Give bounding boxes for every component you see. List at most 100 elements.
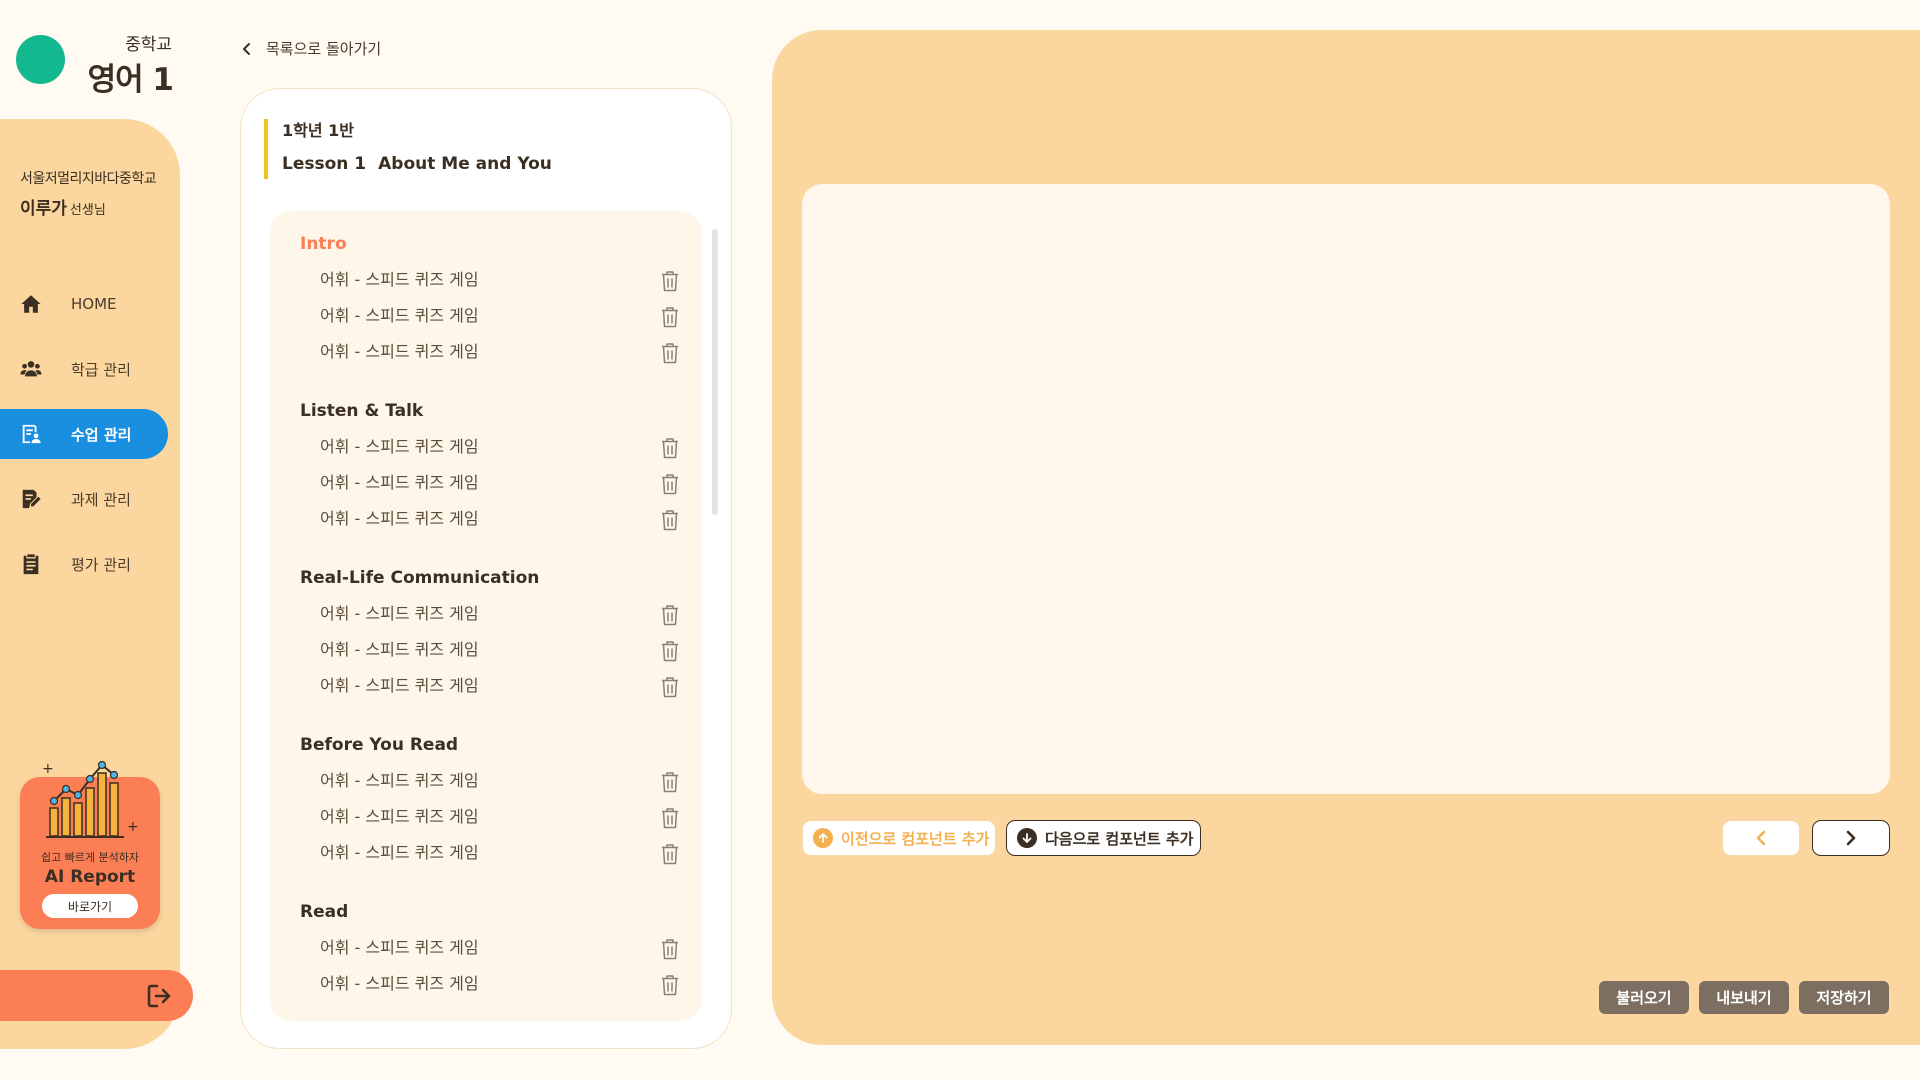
lesson-header: 1학년 1반 Lesson 1 About Me and You	[264, 119, 552, 179]
list-item-label: 어휘 - 스피드 퀴즈 게임	[320, 342, 479, 361]
trash-icon[interactable]	[660, 676, 680, 698]
sidebar-item-lesson-management[interactable]: 수업 관리	[0, 409, 168, 459]
list-item-label: 어휘 - 스피드 퀴즈 게임	[320, 270, 479, 289]
section-intro: Intro 어휘 - 스피드 퀴즈 게임 어휘 - 스피드 퀴즈 게임 어휘 -…	[300, 226, 678, 370]
sidebar-item-label: 과제 관리	[71, 490, 131, 509]
list-item-label: 어휘 - 스피드 퀴즈 게임	[320, 306, 479, 325]
trash-icon[interactable]	[660, 509, 680, 531]
add-after-label: 다음으로 컴포넌트 추가	[1045, 829, 1194, 848]
back-to-list-link[interactable]: 목록으로 돌아가기	[240, 38, 381, 59]
trash-icon[interactable]	[660, 342, 680, 364]
lesson-number: Lesson 1	[282, 154, 367, 174]
users-icon	[20, 358, 42, 380]
chevron-left-icon	[1756, 830, 1766, 846]
trash-icon[interactable]	[660, 640, 680, 662]
list-scrollbar[interactable]	[712, 229, 718, 1019]
section-listen-talk: Listen & Talk 어휘 - 스피드 퀴즈 게임 어휘 - 스피드 퀴즈…	[300, 393, 678, 537]
add-component-after-button[interactable]: 다음으로 컴포넌트 추가	[1006, 820, 1201, 856]
clipboard-icon	[20, 553, 42, 575]
teacher-name: 이루가 선생님	[20, 194, 106, 219]
list-item[interactable]: 어휘 - 스피드 퀴즈 게임	[300, 835, 678, 871]
trash-icon[interactable]	[660, 938, 680, 960]
section-title: Read	[300, 902, 349, 922]
trash-icon[interactable]	[660, 807, 680, 829]
class-name: 1학년 1반	[282, 121, 354, 140]
section-title: Before You Read	[300, 735, 459, 755]
trash-icon[interactable]	[660, 974, 680, 996]
list-item-label: 어휘 - 스피드 퀴즈 게임	[320, 676, 479, 695]
home-icon	[20, 293, 42, 315]
save-button[interactable]: 저장하기	[1799, 981, 1889, 1014]
trash-icon[interactable]	[660, 604, 680, 626]
subject-title: 영어 1	[87, 62, 174, 98]
previous-page-button[interactable]	[1722, 820, 1800, 856]
list-item[interactable]: 어휘 - 스피드 퀴즈 게임	[300, 501, 678, 537]
logout-button[interactable]	[0, 970, 193, 1021]
list-item-label: 어휘 - 스피드 퀴즈 게임	[320, 843, 479, 862]
add-component-before-button[interactable]: 이전으로 컴포넌트 추가	[802, 820, 996, 856]
list-item-label: 어휘 - 스피드 퀴즈 게임	[320, 807, 479, 826]
list-item[interactable]: 어휘 - 스피드 퀴즈 게임	[300, 262, 678, 298]
back-link-label: 목록으로 돌아가기	[266, 40, 382, 58]
teacher-name-text: 이루가	[20, 199, 67, 219]
list-item-label: 어휘 - 스피드 퀴즈 게임	[320, 640, 479, 659]
export-button[interactable]: 내보내기	[1699, 981, 1789, 1014]
list-item[interactable]: 어휘 - 스피드 퀴즈 게임	[300, 966, 678, 1002]
section-read: Read 어휘 - 스피드 퀴즈 게임 어휘 - 스피드 퀴즈 게임	[300, 894, 678, 1002]
sidebar-item-label: 학급 관리	[71, 360, 131, 379]
bar-chart-icon: + +	[42, 760, 139, 838]
sidebar-item-label: HOME	[71, 295, 117, 313]
list-item[interactable]: 어휘 - 스피드 퀴즈 게임	[300, 465, 678, 501]
list-item-label: 어휘 - 스피드 퀴즈 게임	[320, 604, 479, 623]
sidebar-item-home[interactable]: HOME	[0, 279, 168, 329]
ai-report-go-button[interactable]: 바로가기	[42, 894, 138, 918]
section-before-you-read: Before You Read 어휘 - 스피드 퀴즈 게임 어휘 - 스피드 …	[300, 727, 678, 871]
trash-icon[interactable]	[660, 437, 680, 459]
chevron-right-icon	[1846, 830, 1856, 846]
sidebar-item-evaluation-management[interactable]: 평가 관리	[0, 539, 168, 589]
section-title: Intro	[300, 234, 347, 254]
svg-text:+: +	[42, 761, 54, 777]
sidebar-item-class-management[interactable]: 학급 관리	[0, 344, 168, 394]
list-item[interactable]: 어휘 - 스피드 퀴즈 게임	[300, 668, 678, 704]
app-logo	[16, 35, 65, 84]
lesson-name: About Me and You	[378, 154, 552, 174]
list-item[interactable]: 어휘 - 스피드 퀴즈 게임	[300, 334, 678, 370]
sidebar-item-label: 평가 관리	[71, 555, 131, 574]
sidebar: 서울저멀리지바다중학교 이루가 선생님 HOME 학급 관리 수업 관리 과제 …	[0, 119, 180, 1049]
editor-panel: 이전으로 컴포넌트 추가 다음으로 컴포넌트 추가 불러오기 내보내기 저장하기	[772, 30, 1920, 1045]
load-button[interactable]: 불러오기	[1599, 981, 1689, 1014]
trash-icon[interactable]	[660, 306, 680, 328]
list-item[interactable]: 어휘 - 스피드 퀴즈 게임	[300, 763, 678, 799]
list-item[interactable]: 어휘 - 스피드 퀴즈 게임	[300, 429, 678, 465]
component-list[interactable]: Intro 어휘 - 스피드 퀴즈 게임 어휘 - 스피드 퀴즈 게임 어휘 -…	[270, 211, 702, 1021]
chevron-left-icon	[243, 42, 250, 55]
list-item[interactable]: 어휘 - 스피드 퀴즈 게임	[300, 298, 678, 334]
section-title: Real-Life Communication	[300, 568, 540, 588]
component-canvas[interactable]	[802, 184, 1890, 794]
trash-icon[interactable]	[660, 270, 680, 292]
svg-text:+: +	[127, 819, 139, 835]
arrow-down-icon	[1017, 828, 1037, 848]
list-item-label: 어휘 - 스피드 퀴즈 게임	[320, 509, 479, 528]
section-title: Listen & Talk	[300, 401, 424, 421]
next-page-button[interactable]	[1812, 820, 1890, 856]
arrow-up-icon	[813, 828, 833, 848]
list-item[interactable]: 어휘 - 스피드 퀴즈 게임	[300, 799, 678, 835]
trash-icon[interactable]	[660, 843, 680, 865]
sidebar-nav: HOME 학급 관리 수업 관리 과제 관리 평가 관리	[0, 279, 168, 604]
lesson-icon	[20, 423, 42, 445]
lesson-title: Lesson 1 About Me and You	[282, 149, 552, 179]
list-item[interactable]: 어휘 - 스피드 퀴즈 게임	[300, 632, 678, 668]
list-item[interactable]: 어휘 - 스피드 퀴즈 게임	[300, 596, 678, 632]
sidebar-item-assignment-management[interactable]: 과제 관리	[0, 474, 168, 524]
trash-icon[interactable]	[660, 771, 680, 793]
assignment-icon	[20, 488, 42, 510]
list-item[interactable]: 어휘 - 스피드 퀴즈 게임	[300, 930, 678, 966]
trash-icon[interactable]	[660, 473, 680, 495]
scrollbar-thumb[interactable]	[712, 229, 718, 515]
lesson-panel: 1학년 1반 Lesson 1 About Me and You Intro 어휘…	[240, 88, 732, 1049]
teacher-title-suffix: 선생님	[69, 203, 106, 218]
list-item-label: 어휘 - 스피드 퀴즈 게임	[320, 938, 479, 957]
logout-icon	[147, 984, 171, 1008]
